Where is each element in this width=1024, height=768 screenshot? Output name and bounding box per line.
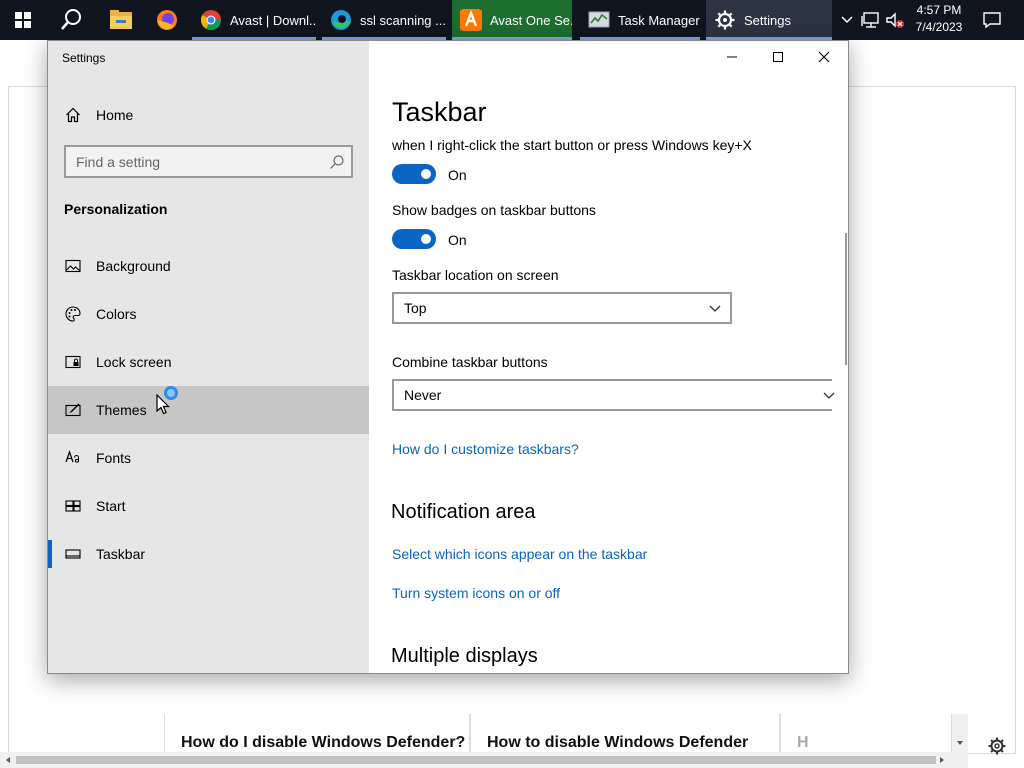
sidebar-item-label: Background bbox=[96, 258, 171, 274]
settings-content: Taskbar when I right-click the start but… bbox=[369, 41, 848, 673]
taskbar-app-label: Settings bbox=[744, 12, 791, 28]
sidebar-item-label: Taskbar bbox=[96, 546, 146, 562]
close-button[interactable] bbox=[801, 41, 847, 73]
system-clock[interactable]: 4:57 PM 7/4/2023 bbox=[906, 2, 972, 36]
selected-indicator bbox=[48, 540, 52, 568]
sidebar-home[interactable]: Home bbox=[48, 97, 369, 133]
maximize-button[interactable] bbox=[755, 41, 801, 73]
sidebar-item-label: Themes bbox=[96, 402, 147, 418]
sidebar-item-colors[interactable]: Colors bbox=[48, 290, 369, 338]
clock-date: 7/4/2023 bbox=[915, 20, 963, 34]
picture-icon bbox=[48, 258, 96, 274]
clock-time: 4:57 PM bbox=[916, 3, 962, 17]
sidebar-item-themes[interactable]: Themes bbox=[48, 386, 369, 434]
sidebar-item-start[interactable]: Start bbox=[48, 482, 369, 530]
chevron-down-icon bbox=[822, 389, 836, 405]
sidebar-item-lock-screen[interactable]: Lock screen bbox=[48, 338, 369, 386]
taskbar-app-label: ssl scanning ... bbox=[360, 12, 446, 28]
background-article-link-1[interactable]: How do I disable Windows Defender? bbox=[164, 714, 470, 752]
gear-icon bbox=[714, 9, 736, 31]
winx-toggle-state: On bbox=[448, 167, 467, 183]
location-setting-label: Taskbar location on screen bbox=[392, 267, 559, 283]
settings-sidebar: Settings Home Personalization Background bbox=[48, 41, 369, 673]
background-article-link-2[interactable]: How to disable Windows Defender bbox=[470, 714, 780, 752]
taskbar-app-task-manager[interactable]: Task Manager bbox=[580, 0, 700, 40]
settings-window: Settings Home Personalization Background bbox=[47, 40, 849, 674]
home-icon bbox=[48, 107, 96, 123]
sidebar-item-label: Start bbox=[96, 498, 126, 514]
chrome-icon bbox=[200, 9, 222, 31]
taskbar-app-label: Task Manager bbox=[618, 12, 700, 28]
dropdown-value: Top bbox=[404, 300, 427, 316]
windows-taskbar: Avast | Downl... ssl scanning ... Avast … bbox=[0, 0, 1024, 40]
badges-toggle-state: On bbox=[448, 232, 467, 248]
search-icon bbox=[329, 154, 345, 175]
fonts-icon bbox=[48, 450, 96, 466]
dropdown-value: Never bbox=[404, 387, 442, 403]
sidebar-home-label: Home bbox=[96, 107, 134, 123]
windows-start-icon[interactable] bbox=[0, 0, 46, 40]
combine-setting-label: Combine taskbar buttons bbox=[392, 354, 548, 370]
customize-taskbars-link[interactable]: How do I customize taskbars? bbox=[392, 441, 579, 457]
edge-icon bbox=[330, 9, 352, 31]
background-vertical-scrollbar[interactable] bbox=[952, 714, 968, 752]
window-title: Settings bbox=[62, 51, 106, 65]
sidebar-item-label: Colors bbox=[96, 306, 137, 322]
mouse-cursor-icon bbox=[156, 393, 170, 421]
taskbar-app-label: Avast One Se... bbox=[490, 12, 572, 28]
start-icon bbox=[48, 498, 96, 514]
search-icon[interactable] bbox=[48, 0, 96, 40]
taskbar-app-settings[interactable]: Settings bbox=[706, 0, 832, 40]
file-explorer-icon[interactable] bbox=[98, 0, 144, 40]
sidebar-item-fonts[interactable]: Fonts bbox=[48, 434, 369, 482]
sidebar-item-taskbar[interactable]: Taskbar bbox=[48, 530, 369, 578]
notification-area-heading: Notification area bbox=[391, 501, 536, 523]
palette-icon bbox=[48, 306, 96, 322]
network-icon[interactable] bbox=[860, 0, 882, 40]
select-icons-link[interactable]: Select which icons appear on the taskbar bbox=[392, 546, 647, 562]
section-heading: Personalization bbox=[64, 201, 168, 217]
taskbar-icon bbox=[48, 546, 96, 562]
badges-setting-label: Show badges on taskbar buttons bbox=[392, 202, 596, 218]
find-setting-search[interactable] bbox=[64, 145, 353, 178]
sidebar-item-background[interactable]: Background bbox=[48, 242, 369, 290]
gear-icon[interactable] bbox=[982, 734, 1012, 758]
speaker-muted-icon[interactable] bbox=[884, 0, 906, 40]
minimize-button[interactable] bbox=[709, 41, 755, 73]
taskbar-location-dropdown[interactable]: Top bbox=[392, 292, 732, 324]
taskbar-app-label: Avast | Downl... bbox=[230, 12, 316, 28]
search-input[interactable] bbox=[66, 153, 316, 170]
task-manager-icon bbox=[588, 9, 610, 31]
combine-buttons-dropdown[interactable]: Never bbox=[392, 379, 835, 411]
background-scroll-thumb[interactable] bbox=[16, 756, 936, 764]
system-icons-link[interactable]: Turn system icons on or off bbox=[392, 585, 560, 601]
themes-icon bbox=[48, 402, 96, 418]
notification-center-icon[interactable] bbox=[976, 0, 1008, 40]
background-article-link-3[interactable]: H bbox=[780, 714, 952, 752]
avast-icon bbox=[460, 9, 482, 31]
chevron-up-icon[interactable] bbox=[838, 0, 856, 40]
page-title: Taskbar bbox=[392, 97, 487, 127]
taskbar-app-edge[interactable]: ssl scanning ... bbox=[322, 0, 446, 40]
lock-screen-icon bbox=[48, 354, 96, 370]
winx-toggle[interactable] bbox=[392, 164, 436, 184]
badges-toggle[interactable] bbox=[392, 229, 436, 249]
sidebar-item-label: Fonts bbox=[96, 450, 132, 466]
taskbar-app-chrome[interactable]: Avast | Downl... bbox=[192, 0, 316, 40]
multiple-displays-heading: Multiple displays bbox=[391, 645, 538, 667]
firefox-icon[interactable] bbox=[144, 0, 190, 40]
winx-setting-label: when I right-click the start button or p… bbox=[392, 137, 752, 153]
sidebar-item-label: Lock screen bbox=[96, 354, 172, 370]
chevron-down-icon bbox=[708, 302, 722, 318]
taskbar-app-avast[interactable]: Avast One Se... bbox=[452, 0, 572, 40]
content-scrollbar[interactable] bbox=[845, 233, 847, 365]
